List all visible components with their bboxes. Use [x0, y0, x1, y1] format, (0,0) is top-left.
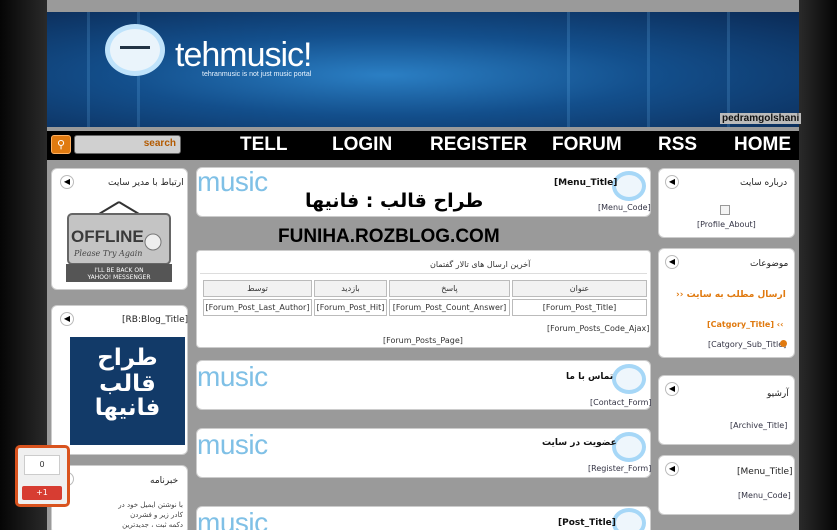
forum-post-author: [Forum_Post_Last_Author] — [203, 299, 312, 316]
register-title[interactable]: عضویت در سایت — [542, 438, 617, 448]
forum-post-answers: [Forum_Post_Count_Answer] — [389, 299, 510, 316]
offline-msg2: YAHOO! MESSENGER — [86, 274, 150, 281]
owner-name: pedramgolshani — [720, 113, 802, 124]
contact-title[interactable]: تماس با ما — [566, 372, 613, 382]
forum-title: آخرین ارسال های تالار گفتمان — [430, 260, 531, 269]
share-count: 0 — [24, 455, 60, 475]
forum-post-title[interactable]: [Forum_Post_Title] — [512, 299, 647, 316]
about-link[interactable]: [Profile_About] — [697, 220, 756, 229]
forum-post-hits: [Forum_Post_Hit] — [314, 299, 387, 316]
profile-image-icon — [720, 205, 730, 215]
nav-rss[interactable]: RSS — [658, 134, 697, 156]
chevron-icon[interactable]: ◀ — [60, 175, 74, 189]
chevron-icon[interactable]: ◀ — [60, 312, 74, 326]
offline-sub: Please Try Again — [73, 249, 142, 258]
nav-tell[interactable]: TELL — [240, 134, 288, 156]
offline-status-image[interactable]: OFFLINE Please Try Again I'LL BE BACK ON… — [66, 200, 172, 282]
category-sub[interactable]: [Catgory_Sub_Title] — [708, 340, 786, 349]
nav-register[interactable]: REGISTER — [430, 134, 527, 156]
menu-code: [Menu_Code] — [738, 491, 791, 500]
music-label: music — [197, 166, 268, 197]
offline-msg1: I'LL BE BACK ON — [94, 267, 143, 274]
register-form: [Register_Form] — [588, 464, 652, 473]
promo-banner[interactable]: طراح قالب فانیها — [70, 337, 185, 445]
about-title: درباره سایت — [740, 178, 788, 188]
divider — [200, 273, 647, 274]
post-headphone-icon — [612, 364, 646, 394]
logo-tagline: tehranmusic is not just music portal — [202, 71, 312, 78]
promo-line1: طراح قالب — [97, 345, 158, 397]
chevron-icon[interactable]: ◀ — [665, 175, 679, 189]
site-header — [47, 12, 799, 127]
search-input[interactable]: search — [74, 135, 181, 154]
blog-title: [RB:Blog_Title] — [122, 315, 189, 325]
promo-line2: فانیها — [94, 395, 161, 421]
contact-form: [Contact_Form] — [590, 398, 652, 407]
music-label: music — [197, 429, 268, 460]
contact-admin-title: ارتباط با مدیر سایت — [108, 178, 184, 188]
forum-header-author: توسط — [203, 280, 312, 297]
topics-title: موضوعات — [750, 259, 789, 269]
designer-overlay-fa: طراح قالب : فانیها — [305, 190, 484, 212]
post-title[interactable]: [Menu_Title] — [554, 178, 617, 188]
chevron-icon[interactable]: ◀ — [665, 255, 679, 269]
post-headphone-icon — [612, 508, 646, 530]
menu-box — [658, 455, 795, 515]
archive-box — [658, 375, 795, 445]
page-background-right — [799, 0, 837, 530]
google-plus-button[interactable]: +1 — [22, 486, 62, 500]
post-code: [Menu_Code] — [598, 203, 651, 212]
search-icon[interactable]: ⚲ — [51, 135, 71, 154]
forum-header-hits: بازدید — [314, 280, 387, 297]
post-title-2[interactable]: [Post_Title] — [558, 518, 616, 528]
chevron-icon[interactable]: ◀ — [665, 382, 679, 396]
archive-link[interactable]: [Archive_Title] — [730, 421, 787, 430]
nav-login[interactable]: LOGIN — [332, 134, 392, 156]
send-post-link[interactable]: ارسال مطلب به سایت ‹‹ — [676, 290, 786, 300]
offline-sign: OFFLINE — [71, 227, 144, 246]
music-label: music — [197, 361, 268, 392]
forum-header-title: عنوان — [512, 280, 647, 297]
music-label: music — [197, 507, 268, 530]
designer-overlay-url[interactable]: FUNIHA.ROZBLOG.COM — [278, 226, 500, 248]
forum-ajax: [Forum_Posts_Code_Ajax] — [547, 324, 650, 333]
forum-page[interactable]: [Forum_Posts_Page] — [383, 336, 463, 345]
newsletter-text: با نوشتن ایمیل خود در کادر زیر و فشردن د… — [118, 501, 183, 529]
send-post-label: ارسال مطلب به سایت — [686, 290, 786, 300]
chevron-icon[interactable]: ◀ — [665, 462, 679, 476]
category-link[interactable]: [Catgory_Title] ‹‹ — [707, 320, 783, 329]
nav-home[interactable]: HOME — [734, 134, 791, 156]
category-title: [Catgory_Title] — [707, 320, 774, 329]
forum-header-answers: پاسخ — [389, 280, 510, 297]
menu-title: [Menu_Title] — [737, 467, 793, 477]
bullet-icon — [780, 340, 787, 347]
nav-forum[interactable]: FORUM — [552, 134, 622, 156]
archive-title: آرشیو — [767, 389, 789, 399]
logo-text[interactable]: tehmusic! — [175, 36, 312, 75]
post-headphone-icon — [612, 432, 646, 462]
newsletter-title: خبرنامه — [150, 476, 179, 486]
logo-eyes-icon — [120, 46, 150, 54]
